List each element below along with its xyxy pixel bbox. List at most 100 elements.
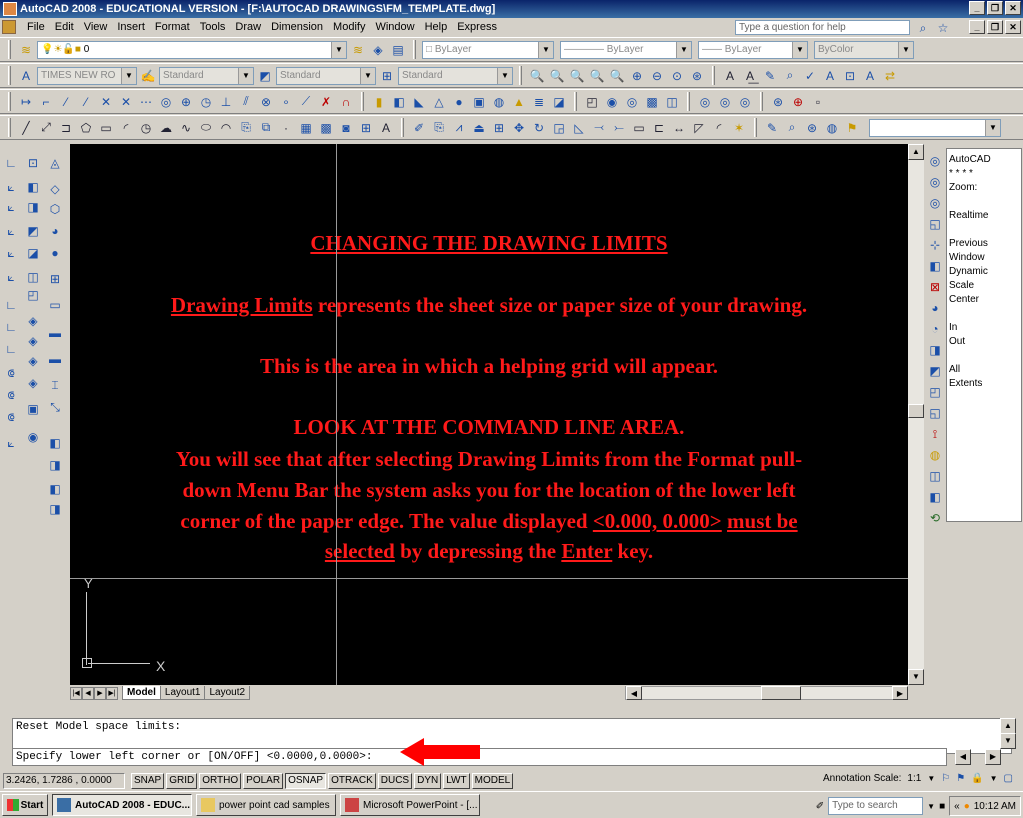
- shade-2d-wireframe-icon[interactable]: ◬: [46, 154, 64, 172]
- bottom-view-icon[interactable]: ◨: [24, 198, 42, 216]
- tab-next-icon[interactable]: ▶: [94, 686, 106, 700]
- rotate-icon[interactable]: ↻: [530, 119, 548, 137]
- task-folder[interactable]: power point cad samples: [196, 794, 336, 816]
- toolbar-grip[interactable]: [8, 66, 11, 85]
- lineweight-combo[interactable]: —— ByLayer ▼: [698, 40, 808, 59]
- modeling-tool-1-icon[interactable]: ◧: [46, 434, 64, 452]
- break-at-point-icon[interactable]: ▭: [630, 119, 648, 137]
- multiline-text-draw-icon[interactable]: A: [377, 119, 395, 137]
- trim-icon[interactable]: ⤙: [590, 119, 608, 137]
- continuous-orbit-icon[interactable]: ◎: [623, 93, 641, 111]
- radius-icon[interactable]: ✕: [97, 93, 115, 111]
- 3d-wedge-icon[interactable]: ◣: [410, 93, 428, 111]
- back-view-icon[interactable]: ◰: [24, 286, 42, 304]
- auto-scale-icon[interactable]: ⚑: [956, 773, 965, 784]
- join-icon[interactable]: ↔: [670, 119, 688, 137]
- find-text-icon[interactable]: ⌕: [781, 67, 799, 85]
- scroll-thumb[interactable]: [908, 404, 924, 418]
- restore-icon[interactable]: ❐: [987, 1, 1003, 15]
- help-search-icon[interactable]: ⌕: [914, 19, 932, 37]
- revision-cloud-icon[interactable]: ☁: [157, 119, 175, 137]
- advanced-render-icon[interactable]: ⤡: [46, 398, 64, 416]
- screen-menu-all[interactable]: All: [949, 363, 1019, 377]
- font-combo[interactable]: TIMES NEW RO ▼: [37, 66, 137, 85]
- construction-line-icon[interactable]: ⤢: [37, 119, 55, 137]
- toolbar-grip[interactable]: [687, 92, 690, 111]
- osnap-toggle[interactable]: OSNAP: [285, 773, 327, 789]
- ucs-x-icon[interactable]: ⟃: [2, 364, 20, 382]
- chevron-down-icon[interactable]: ▼: [985, 119, 1000, 136]
- lwt-toggle[interactable]: LWT: [443, 773, 470, 789]
- pan-icon[interactable]: ◰: [926, 383, 944, 401]
- ucs-icon[interactable]: ∟: [2, 154, 20, 172]
- quick-dimension-icon[interactable]: ⊕: [177, 93, 195, 111]
- left-view-icon[interactable]: ◩: [24, 222, 42, 240]
- annotation-visibility-icon[interactable]: ⚐: [941, 773, 950, 784]
- zoom-dynamic-icon[interactable]: 🔍: [568, 67, 586, 85]
- menu-express[interactable]: Express: [452, 21, 502, 33]
- make-object-layer-current-icon[interactable]: ≋: [349, 41, 367, 59]
- nw-iso-icon[interactable]: ◈: [24, 374, 42, 392]
- drawing-canvas[interactable]: CHANGING THE DRAWING LIMITS Drawing Limi…: [70, 144, 908, 685]
- ne-iso-icon[interactable]: ◈: [24, 352, 42, 370]
- layer-tool-1-icon[interactable]: ⊛: [769, 93, 787, 111]
- ucs-view-icon[interactable]: ⟀: [2, 268, 20, 286]
- array-icon[interactable]: ⊞: [490, 119, 508, 137]
- aligned-dimension-icon[interactable]: ⌐: [37, 93, 55, 111]
- tab-first-icon[interactable]: |◀: [70, 686, 82, 700]
- h-scroll-thumb[interactable]: [761, 686, 801, 700]
- offset-icon[interactable]: ⏏: [470, 119, 488, 137]
- scale-text-icon[interactable]: ⊡: [841, 67, 859, 85]
- ucs-previous-icon[interactable]: ⟀: [2, 198, 20, 216]
- inspection-icon[interactable]: ✗: [317, 93, 335, 111]
- zoom-out-icon[interactable]: ◔: [926, 320, 944, 338]
- otrack-toggle[interactable]: OTRACK: [328, 773, 376, 789]
- cmd-scroll-right-icon[interactable]: ▶: [985, 749, 1001, 765]
- extend-icon[interactable]: ⤚: [610, 119, 628, 137]
- rectangle-icon[interactable]: ▭: [97, 119, 115, 137]
- close-icon[interactable]: ✕: [1005, 1, 1021, 15]
- layer-manager-icon[interactable]: ≋: [17, 41, 35, 59]
- 3d-wireframe-icon[interactable]: ◇: [46, 180, 64, 198]
- chevron-down-icon[interactable]: ▼: [360, 67, 375, 84]
- clean-screen-icon[interactable]: ◍: [926, 446, 944, 464]
- doc-minimize-icon[interactable]: _: [969, 20, 985, 34]
- ucs-world-icon[interactable]: ⟀: [2, 178, 20, 196]
- scroll-up-icon[interactable]: ▲: [908, 144, 924, 160]
- toolbar-grip[interactable]: [760, 92, 763, 111]
- zoom-center-icon[interactable]: 🔍: [608, 67, 626, 85]
- toolbar-grip[interactable]: [8, 92, 11, 111]
- ucs-face-icon[interactable]: ⟀: [2, 222, 20, 240]
- break-icon[interactable]: ⊏: [650, 119, 668, 137]
- render-icon[interactable]: ⊞: [46, 270, 64, 288]
- zoom-in-icon[interactable]: ⊕: [628, 67, 646, 85]
- center-mark-icon[interactable]: ⟋: [297, 93, 315, 111]
- menu-window[interactable]: Window: [370, 21, 419, 33]
- mapping-icon[interactable]: ▬: [46, 350, 64, 368]
- chevron-down-icon[interactable]: ▼: [121, 67, 136, 84]
- tab-model[interactable]: Model: [122, 686, 161, 700]
- properties-tool-1-icon[interactable]: ✎: [763, 119, 781, 137]
- ucs-z-axis-icon[interactable]: ∟: [2, 318, 20, 336]
- search-tool-icon[interactable]: ✐: [816, 801, 824, 812]
- render-environment-icon[interactable]: ⌶: [46, 376, 64, 394]
- zoom-window-icon[interactable]: 🔍: [548, 67, 566, 85]
- ucs-y-icon[interactable]: ⟃: [2, 386, 20, 404]
- polar-toggle[interactable]: POLAR: [243, 773, 284, 789]
- modeling-tool-4-icon[interactable]: ◨: [46, 500, 64, 518]
- explode-icon[interactable]: ✶: [730, 119, 748, 137]
- grid-toggle[interactable]: GRID: [166, 773, 198, 789]
- snap-toggle[interactable]: SNAP: [131, 773, 165, 789]
- diameter-icon[interactable]: ⋯: [137, 93, 155, 111]
- front-view-icon[interactable]: ◫: [24, 268, 42, 286]
- spline-icon[interactable]: ∿: [177, 119, 195, 137]
- text-style-manager-icon[interactable]: ✍: [139, 67, 157, 85]
- menu-file[interactable]: File: [22, 21, 50, 33]
- conceptual-icon[interactable]: ●: [46, 244, 64, 262]
- shade-icon[interactable]: ◉: [24, 428, 42, 446]
- zoom-all-icon[interactable]: ◨: [926, 341, 944, 359]
- autocad-app-icon[interactable]: [3, 2, 17, 16]
- chamfer-icon[interactable]: ◸: [690, 119, 708, 137]
- 3d-cylinder-icon[interactable]: ▣: [470, 93, 488, 111]
- zoom-realtime-icon[interactable]: ◎: [926, 152, 944, 170]
